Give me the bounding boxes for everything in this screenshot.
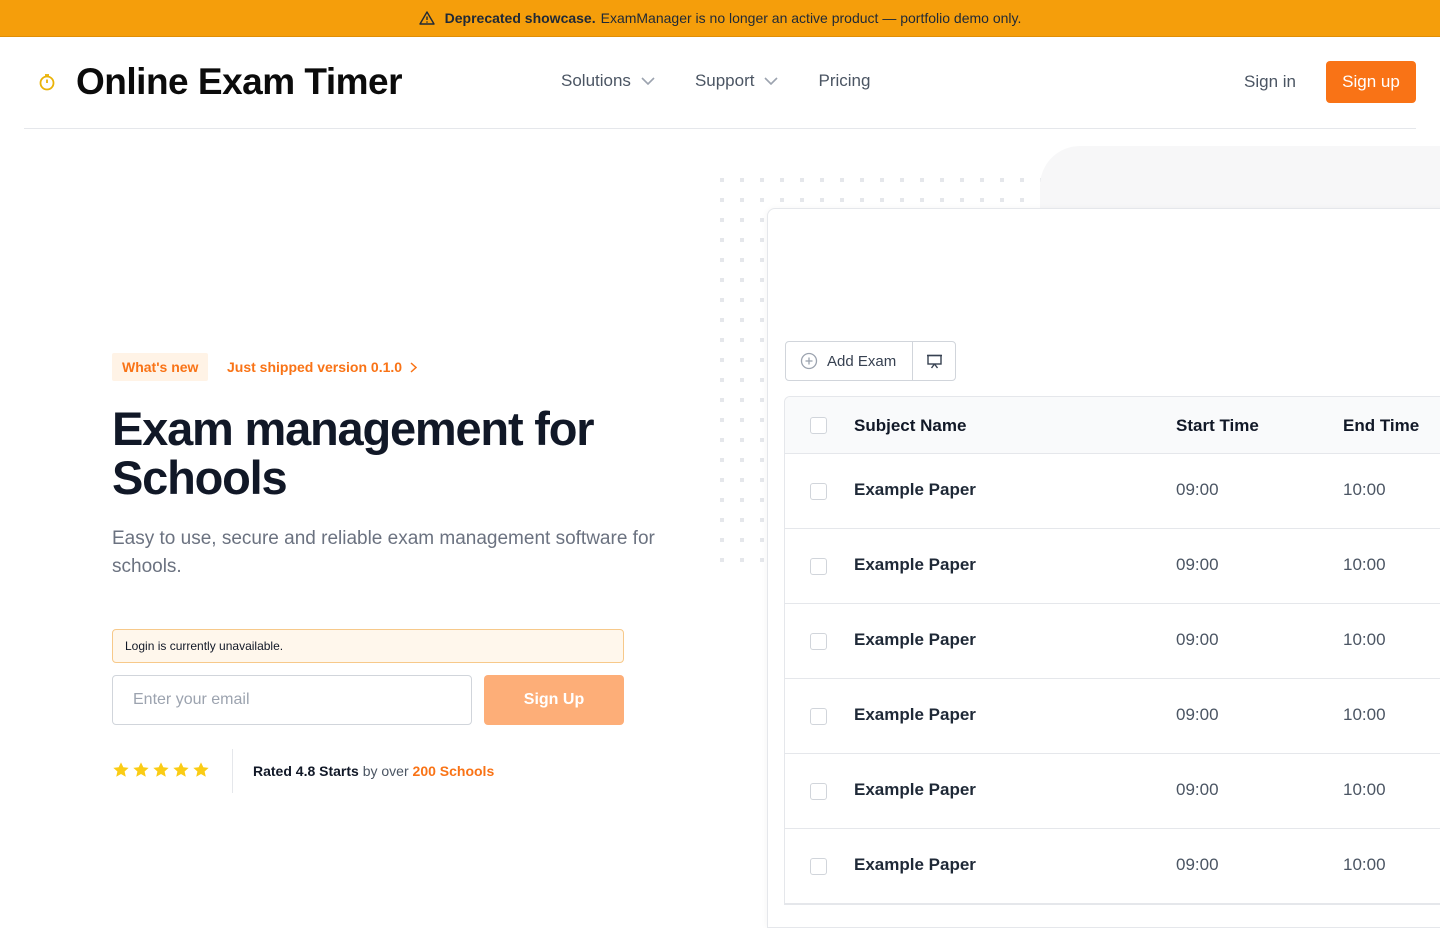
cell-subject: Example Paper (854, 855, 976, 874)
background-panel (1040, 146, 1440, 216)
presentation-icon (926, 354, 942, 368)
chevron-right-icon (410, 361, 418, 373)
row-checkbox[interactable] (810, 633, 827, 650)
main-nav: Solutions Support Pricing (561, 71, 910, 91)
signin-link[interactable]: Sign in (1244, 72, 1296, 92)
star-icon (193, 762, 209, 777)
warning-triangle-icon (418, 11, 435, 25)
rating-prefix: Rated 4.8 Starts (253, 763, 359, 779)
cell-end-time: 10:00 (1343, 855, 1386, 874)
nav-support-label: Support (694, 71, 755, 90)
cell-start-time: 09:00 (1176, 855, 1219, 874)
rating-mid: by over (362, 763, 409, 779)
nav-pricing[interactable]: Pricing (818, 71, 870, 91)
table-row[interactable]: Example Paper 09:00 10:00 (785, 829, 1440, 904)
signup-button[interactable]: Sign Up (484, 675, 624, 725)
whats-new-badge: What's new (112, 353, 209, 381)
cell-end-time: 10:00 (1343, 630, 1386, 649)
login-unavailable-alert: Login is currently unavailable. (112, 629, 624, 663)
site-header: Online Exam Timer Solutions Support Pric… (24, 37, 1416, 129)
cell-start-time: 09:00 (1176, 555, 1219, 574)
table-row[interactable]: Example Paper 09:00 10:00 (785, 604, 1440, 679)
star-icon (113, 762, 129, 777)
banner-strong-text: Deprecated showcase. (444, 10, 596, 26)
select-all-checkbox[interactable] (810, 417, 827, 434)
hero-subtitle: Easy to use, secure and reliable exam ma… (112, 528, 655, 577)
table-row[interactable]: Example Paper 09:00 10:00 (785, 454, 1440, 529)
column-end-time[interactable]: End Time (1343, 416, 1419, 436)
table-row[interactable]: Example Paper 09:00 10:00 (785, 754, 1440, 829)
signup-header-button[interactable]: Sign up (1326, 61, 1416, 103)
nav-pricing-label: Pricing (818, 71, 871, 90)
cell-end-time: 10:00 (1343, 480, 1386, 499)
banner-text: ExamManager is no longer an active produ… (600, 10, 1022, 26)
column-subject-name[interactable]: Subject Name (854, 416, 966, 436)
row-checkbox[interactable] (810, 858, 827, 875)
star-icon (173, 762, 189, 777)
row-checkbox[interactable] (810, 708, 827, 725)
preview-toolbar: Add Exam (785, 341, 957, 381)
cell-subject: Example Paper (854, 630, 976, 649)
table-header: Subject Name Start Time End Time (785, 397, 1440, 454)
add-exam-label: Add Exam (827, 352, 897, 370)
chevron-down-icon (641, 77, 655, 85)
email-input[interactable] (112, 675, 472, 725)
stopwatch-icon (39, 74, 55, 91)
hero-title: Exam management for Schools (112, 402, 595, 504)
exam-table: Subject Name Start Time End Time Example… (784, 396, 1440, 905)
cell-start-time: 09:00 (1176, 480, 1219, 499)
cell-subject: Example Paper (854, 555, 976, 574)
cell-subject: Example Paper (854, 780, 976, 799)
nav-support[interactable]: Support (695, 71, 779, 91)
release-link[interactable]: Just shipped version 0.1.0 (227, 359, 418, 375)
release-link-label: Just shipped version 0.1.0 (227, 359, 403, 375)
row-checkbox[interactable] (810, 483, 827, 500)
logo-text[interactable]: Online Exam Timer (76, 61, 403, 103)
rating-divider (232, 749, 233, 793)
cell-start-time: 09:00 (1176, 630, 1219, 649)
plus-circle-icon (800, 352, 818, 370)
rating-schools: 200 Schools (412, 763, 495, 779)
nav-solutions-label: Solutions (561, 71, 631, 90)
cell-end-time: 10:00 (1343, 705, 1386, 724)
nav-solutions[interactable]: Solutions (561, 71, 655, 91)
add-exam-button[interactable]: Add Exam (786, 342, 914, 380)
cell-subject: Example Paper (854, 705, 976, 724)
cell-start-time: 09:00 (1176, 705, 1219, 724)
chevron-down-icon (764, 77, 779, 85)
row-checkbox[interactable] (810, 783, 827, 800)
row-checkbox[interactable] (810, 558, 827, 575)
cell-end-time: 10:00 (1343, 780, 1386, 799)
cell-subject: Example Paper (854, 480, 976, 499)
rating-text: Rated 4.8 Starts by over 200 Schools (253, 763, 494, 779)
star-icon (153, 762, 169, 777)
star-icon (133, 762, 149, 777)
presentation-button[interactable] (913, 342, 955, 380)
cell-end-time: 10:00 (1343, 555, 1386, 574)
deprecation-banner: Deprecated showcase. ExamManager is no l… (0, 0, 1440, 37)
cell-start-time: 09:00 (1176, 780, 1219, 799)
table-row[interactable]: Example Paper 09:00 10:00 (785, 529, 1440, 604)
rating-stars (112, 761, 212, 779)
column-start-time[interactable]: Start Time (1176, 416, 1259, 436)
table-row[interactable]: Example Paper 09:00 10:00 (785, 679, 1440, 754)
